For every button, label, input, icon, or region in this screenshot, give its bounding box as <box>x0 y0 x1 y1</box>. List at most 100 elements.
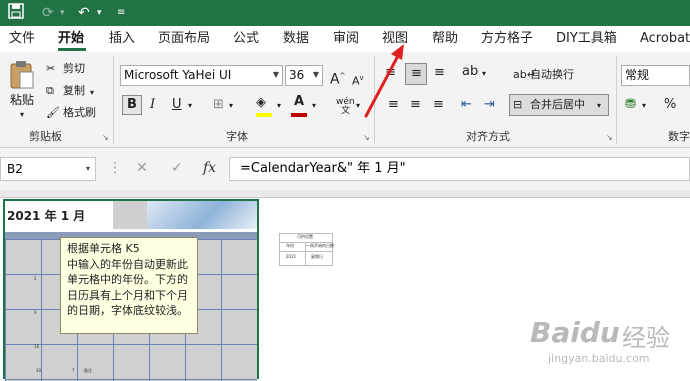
shrink-font-label: A <box>352 74 360 88</box>
dialog-launcher-icon[interactable]: ↘ <box>363 131 370 145</box>
save-icon[interactable] <box>8 3 24 25</box>
chevron-down-icon[interactable]: ▾ <box>97 3 102 23</box>
borders-icon[interactable]: ⊞ <box>213 95 224 115</box>
align-right-icon[interactable]: ≡ <box>433 95 444 115</box>
paste-icon <box>10 61 34 89</box>
font-color-bar <box>291 113 307 117</box>
table-divider <box>280 251 332 252</box>
dialog-launcher-icon[interactable]: ↘ <box>606 131 613 145</box>
banner-image <box>147 201 257 229</box>
paste-button[interactable] <box>9 60 35 94</box>
formula-text: =CalendarYear&" 年 1 月" <box>240 161 406 176</box>
align-bottom-icon[interactable]: ≡ <box>434 63 445 83</box>
number-format-select[interactable]: 常规 <box>621 65 690 86</box>
percent-button[interactable]: % <box>664 95 676 115</box>
undo-icon[interactable]: ↶ <box>78 3 90 23</box>
scissors-icon: ✂ <box>46 62 56 75</box>
font-color-button[interactable]: A <box>294 92 304 112</box>
chevron-down-icon[interactable]: ▾ <box>277 96 281 116</box>
fill-color-bar <box>256 113 272 117</box>
format-painter-button[interactable]: 格式刷 <box>63 106 96 120</box>
font-size-value: 36 <box>289 68 305 82</box>
group-separator <box>113 56 114 144</box>
align-middle-icon: ≡ <box>411 66 422 81</box>
name-box[interactable]: B2 ▾ <box>0 157 96 181</box>
chevron-down-icon[interactable]: ▾ <box>642 96 646 116</box>
merge-center-button[interactable]: ⊟ 合并后居中 ▾ <box>509 94 609 116</box>
clipboard-group-label: 剪贴板 <box>29 130 62 143</box>
tooltip-line: 日历具有上个月和下个月 <box>67 288 188 302</box>
chevron-down-icon: ▾ <box>597 101 602 110</box>
orientation-icon[interactable]: ab <box>462 62 478 82</box>
enter-icon[interactable]: ✓ <box>171 160 183 176</box>
chevron-down-icon[interactable]: ▾ <box>482 64 486 84</box>
chevron-down-icon[interactable]: ▾ <box>20 108 24 122</box>
align-center-icon[interactable]: ≡ <box>410 95 421 115</box>
chevron-down-icon[interactable]: ▾ <box>229 96 233 116</box>
accounting-format-icon[interactable]: ⛃ <box>625 95 636 115</box>
notes-label: 备注 <box>84 368 92 373</box>
number-format-value: 常规 <box>625 68 650 82</box>
tooltip-line: 根据单元格 K5 <box>67 242 140 255</box>
customize-icon[interactable]: ≡ <box>117 3 125 23</box>
chevron-down-icon: ▼ <box>312 70 319 79</box>
cut-button[interactable]: 剪切 <box>63 62 85 76</box>
redo-icon[interactable]: ⟳ <box>42 3 54 23</box>
chevron-down-icon[interactable]: ▾ <box>188 96 192 116</box>
settings-label: 年份 <box>286 243 294 248</box>
chevron-down-icon[interactable]: ▾ <box>60 3 65 23</box>
formula-input[interactable]: =CalendarYear&" 年 1 月" <box>229 157 690 181</box>
cancel-icon[interactable]: ✕ <box>136 160 148 176</box>
dialog-launcher-icon[interactable]: ↘ <box>102 131 109 145</box>
grow-font-label: A <box>330 71 340 88</box>
day-number: 9 <box>34 310 37 315</box>
name-box-value: B2 <box>7 162 23 176</box>
day-number: 16 <box>34 344 40 349</box>
chevron-down-icon[interactable]: ▾ <box>312 96 316 116</box>
font-name-select[interactable]: Microsoft YaHei UI ▼ <box>120 65 283 86</box>
font-size-select[interactable]: 36 ▼ <box>285 65 323 86</box>
tab-data[interactable]: 数据 <box>283 30 309 48</box>
decrease-indent-icon[interactable]: ⇤ <box>461 95 472 115</box>
bold-label: B <box>127 97 137 112</box>
calendar-title: 2021 年 1 月 <box>7 209 86 223</box>
chevron-down-icon: ▼ <box>272 70 279 79</box>
phonetic-sub: 文 <box>341 106 351 116</box>
italic-button[interactable]: I <box>150 95 155 115</box>
settings-value: 星期日 <box>311 254 323 259</box>
group-separator <box>616 56 617 144</box>
merge-center-label: 合并后居中 <box>530 98 585 111</box>
tab-fangfang[interactable]: 方方格子 <box>481 30 533 48</box>
tooltip-line: 的日期，字体底纹较浅。 <box>67 304 188 317</box>
underline-button[interactable]: U <box>172 95 182 115</box>
tab-review[interactable]: 审阅 <box>333 30 359 48</box>
insert-function-button[interactable]: fx <box>203 160 216 176</box>
alignment-group-label: 对齐方式 <box>466 130 510 143</box>
settings-label: 2021 <box>286 254 297 259</box>
font-group-label: 字体 <box>226 130 248 143</box>
settings-title: 可供设置 <box>297 234 313 239</box>
increase-indent-icon[interactable]: ⇥ <box>484 95 495 115</box>
grow-font-button[interactable]: A^ <box>330 66 345 90</box>
formula-bar-grip-icon: ⋮ <box>108 160 122 176</box>
wrap-text-button[interactable]: 自动换行 <box>530 68 574 82</box>
chevron-down-icon[interactable]: ▾ <box>90 86 94 100</box>
tab-acrobat[interactable]: Acrobat <box>640 30 690 48</box>
tab-diy-toolbox[interactable]: DIY工具箱 <box>556 30 617 48</box>
tab-page-layout[interactable]: 页面布局 <box>158 30 210 48</box>
tab-help[interactable]: 帮助 <box>432 30 458 48</box>
tab-file[interactable]: 文件 <box>9 30 35 48</box>
tab-formulas[interactable]: 公式 <box>233 30 259 48</box>
tab-home[interactable]: 开始 <box>58 30 84 48</box>
day-number: 2 <box>34 276 37 281</box>
fill-color-icon[interactable]: ◈ <box>256 93 266 113</box>
tab-insert[interactable]: 插入 <box>109 30 135 48</box>
bold-button[interactable]: B <box>122 95 142 115</box>
cell-comment-tooltip: 根据单元格 K5 中输入的年份自动更新此 单元格中的年份。下方的 日历具有上个月… <box>60 237 198 334</box>
paste-label[interactable]: 粘贴 <box>10 93 34 107</box>
day-number: 30 <box>36 368 42 373</box>
ribbon-tabs: 文件 开始 插入 页面布局 公式 数据 审阅 视图 帮助 方方格子 DIY工具箱… <box>0 26 690 52</box>
watermark-cn: 经验 <box>622 324 670 352</box>
watermark-brand: Baidu <box>530 316 620 349</box>
copy-button[interactable]: 复制 <box>63 84 85 98</box>
